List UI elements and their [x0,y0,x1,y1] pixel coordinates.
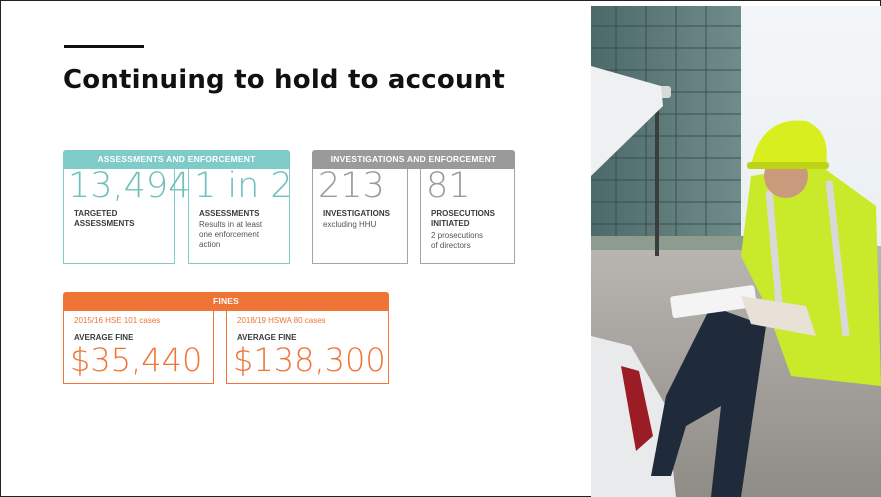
slide-title: Continuing to hold to account [63,65,506,95]
investigations-label: INVESTIGATIONS [323,209,390,218]
prosecutions-card: 81 PROSECUTIONS INITIATED 2 prosecutions… [420,169,515,264]
fines-2015-value: $35,440 [70,341,203,379]
fines-2018-caption: 2018/19 HSWA 80 cases [237,316,326,325]
one-in-two-value: 1 in 2 [194,166,293,206]
targeted-assessments-value: 13,494 [68,166,191,206]
investigations-value: 213 [318,166,385,206]
investigations-card: 213 INVESTIGATIONS excluding HHU [312,169,408,264]
one-in-two-desc-3: action [199,240,221,249]
investigations-desc: excluding HHU [323,220,377,229]
targeted-assessments-card: 13,494 TARGETED ASSESSMENTS [63,169,190,264]
one-in-two-desc-2: one enforcement [199,230,260,239]
one-in-two-label: ASSESSMENTS [199,209,260,218]
fines-header: FINES [63,292,389,311]
one-in-two-desc-1: Results in at least [199,220,263,229]
targeted-assessments-label-2: ASSESSMENTS [74,219,135,228]
title-accent-rule [64,45,144,48]
prosecutions-desc-1: 2 prosecutions [431,231,484,240]
fines-2015-card: 2015/16 HSE 101 cases AVERAGE FINE $35,4… [63,311,214,384]
prosecutions-label-1: PROSECUTIONS [431,209,496,218]
assessments-group: ASSESSMENTS AND ENFORCEMENT 13,494 TARGE… [63,150,293,264]
prosecutions-desc-2: of directors [431,241,471,250]
investigations-group: INVESTIGATIONS AND ENFORCEMENT 213 INVES… [312,150,515,264]
one-in-two-card: 1 in 2 ASSESSMENTS Results in at least o… [188,166,293,264]
targeted-assessments-label-1: TARGETED [74,209,118,218]
slide: Continuing to hold to account ASSESSMENT… [0,0,881,497]
fines-2018-card: 2018/19 HSWA 80 cases AVERAGE FINE $138,… [226,311,389,384]
prosecutions-label-2: INITIATED [431,219,470,228]
fines-2018-value: $138,300 [233,341,386,379]
fines-2015-caption: 2015/16 HSE 101 cases [74,316,161,325]
prosecutions-value: 81 [426,166,471,206]
fines-group: FINES 2015/16 HSE 101 cases AVERAGE FINE… [63,292,389,384]
inspector-photo [591,6,881,497]
